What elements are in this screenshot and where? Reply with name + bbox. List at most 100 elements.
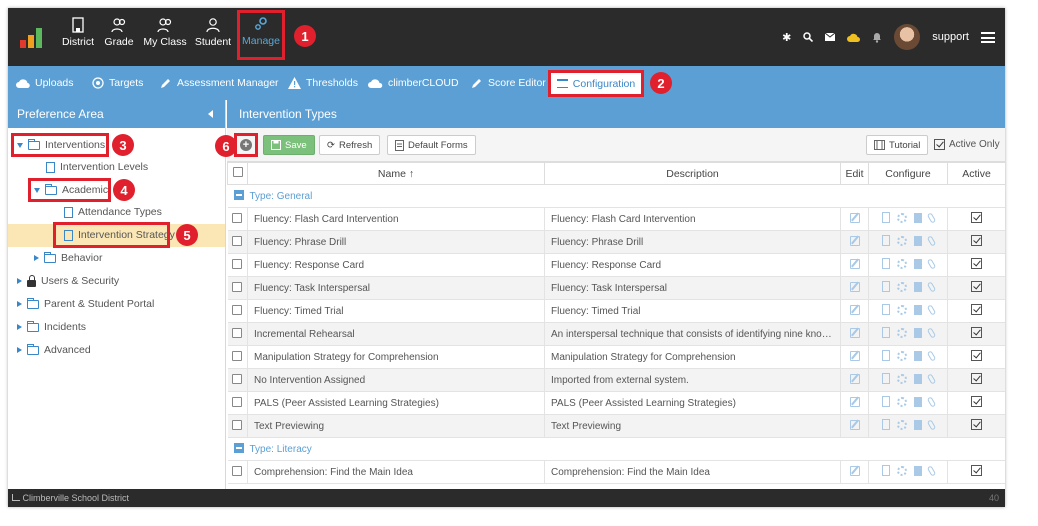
row-checkbox[interactable] [232,212,243,223]
nav-district[interactable]: District [58,14,98,60]
bell-icon[interactable] [872,32,882,43]
table-row[interactable]: Text Previewing Text Previewing [227,414,1005,438]
paperclip-icon[interactable] [926,372,937,385]
edit-icon[interactable] [849,281,860,292]
form-icon[interactable] [882,212,890,223]
tree-item-users-security[interactable]: Users & Security [17,270,119,292]
form-icon[interactable] [882,465,890,476]
paperclip-icon[interactable] [926,234,937,247]
paperclip-icon[interactable] [926,303,937,316]
active-checkbox[interactable] [971,373,983,384]
active-checkbox[interactable] [971,281,983,292]
edit-icon[interactable] [849,235,860,246]
paperclip-icon[interactable] [926,280,937,293]
nav-grade[interactable]: Grade [102,14,136,60]
active-checkbox[interactable] [971,396,983,407]
table-row[interactable]: Fluency: Response Card Fluency: Response … [227,253,1005,277]
paperclip-icon[interactable] [926,418,937,431]
name-column-header[interactable]: Name ↑ [247,162,545,185]
paperclip-icon[interactable] [926,211,937,224]
cloud-upload-icon[interactable] [847,32,861,42]
gear-icon[interactable] [897,465,907,476]
document-icon[interactable] [914,419,922,430]
group-row[interactable]: Type: Literacy [227,437,1005,461]
edit-icon[interactable] [849,373,860,384]
checkbox[interactable] [232,167,243,177]
toolbar-thresholds[interactable]: Thresholds [288,66,358,100]
form-icon[interactable] [882,350,890,361]
user-avatar[interactable] [894,24,921,50]
table-row[interactable]: Manipulation Strategy for Comprehension M… [227,345,1005,369]
gear-icon[interactable] [897,258,907,269]
active-checkbox[interactable] [971,235,983,246]
row-checkbox[interactable] [232,235,243,246]
active-only-toggle[interactable]: Active Only [934,139,1000,150]
select-all-header[interactable] [227,162,248,185]
gear-icon[interactable] [897,304,907,315]
active-checkbox[interactable] [971,212,983,223]
collapse-group-icon[interactable] [233,443,244,453]
table-row[interactable]: Fluency: Timed Trial Fluency: Timed Trial [227,299,1005,323]
table-row[interactable]: PALS (Peer Assisted Learning Strategies)… [227,391,1005,415]
edit-icon[interactable] [849,327,860,338]
nav-student[interactable]: Student [194,14,232,60]
document-icon[interactable] [914,304,922,315]
collapse-group-icon[interactable] [233,190,244,200]
paperclip-icon[interactable] [926,326,937,339]
table-row[interactable]: Comprehension: Find the Main Idea Compreh… [227,460,1005,484]
table-row[interactable]: No Intervention Assigned Imported from ex… [227,368,1005,392]
edit-icon[interactable] [849,396,860,407]
row-checkbox[interactable] [232,396,243,407]
table-row[interactable]: Fluency: Flash Card Intervention Fluency:… [227,207,1005,231]
tree-item-advanced[interactable]: Advanced [17,339,91,361]
gear-icon[interactable] [897,212,907,223]
edit-icon[interactable] [849,350,860,361]
toolbar-configuration[interactable]: Configuration [548,70,644,97]
gear-icon[interactable] [897,327,907,338]
paperclip-icon[interactable] [926,464,937,477]
edit-icon[interactable] [849,304,860,315]
add-button[interactable]: + [234,133,258,157]
row-checkbox[interactable] [232,258,243,269]
row-checkbox[interactable] [232,465,243,476]
tree-item-parent-student-portal[interactable]: Parent & Student Portal [17,293,154,315]
active-checkbox[interactable] [971,304,983,315]
gear-icon[interactable] [897,419,907,430]
table-row[interactable]: Fluency: Phrase Drill Fluency: Phrase Dri… [227,230,1005,254]
row-checkbox[interactable] [232,350,243,361]
nav-manage[interactable]: Manage [237,10,285,60]
paperclip-icon[interactable] [926,257,937,270]
row-checkbox[interactable] [232,419,243,430]
group-row[interactable]: Type: General [227,184,1005,208]
edit-icon[interactable] [849,258,860,269]
toolbar-assessment-manager[interactable]: Assessment Manager [160,66,279,100]
mail-icon[interactable] [825,33,836,41]
table-row[interactable]: Incremental Rehearsal An interspersal tec… [227,322,1005,346]
toolbar-climbercloud[interactable]: climberCLOUD [368,66,459,100]
document-icon[interactable] [914,396,922,407]
gear-icon[interactable] [897,396,907,407]
form-icon[interactable] [882,304,890,315]
gear-icon[interactable] [897,235,907,246]
toolbar-targets[interactable]: Targets [92,66,143,100]
edit-icon[interactable] [849,465,860,476]
tree-item-behavior[interactable]: Behavior [34,247,102,269]
document-icon[interactable] [914,350,922,361]
active-checkbox[interactable] [971,258,983,269]
paperclip-icon[interactable] [926,395,937,408]
document-icon[interactable] [914,281,922,292]
form-icon[interactable] [882,235,890,246]
table-row[interactable]: Fluency: Task Interspersal Fluency: Task … [227,276,1005,300]
row-checkbox[interactable] [232,327,243,338]
row-checkbox[interactable] [232,373,243,384]
gear-icon[interactable] [897,350,907,361]
hamburger-menu-icon[interactable] [981,31,995,43]
username[interactable]: support [932,31,969,43]
form-icon[interactable] [882,419,890,430]
row-checkbox[interactable] [232,304,243,315]
default-forms-button[interactable]: Default Forms [387,135,476,155]
active-checkbox[interactable] [971,327,983,338]
nav-my-class[interactable]: My Class [142,14,188,60]
document-icon[interactable] [914,212,922,223]
form-icon[interactable] [882,281,890,292]
